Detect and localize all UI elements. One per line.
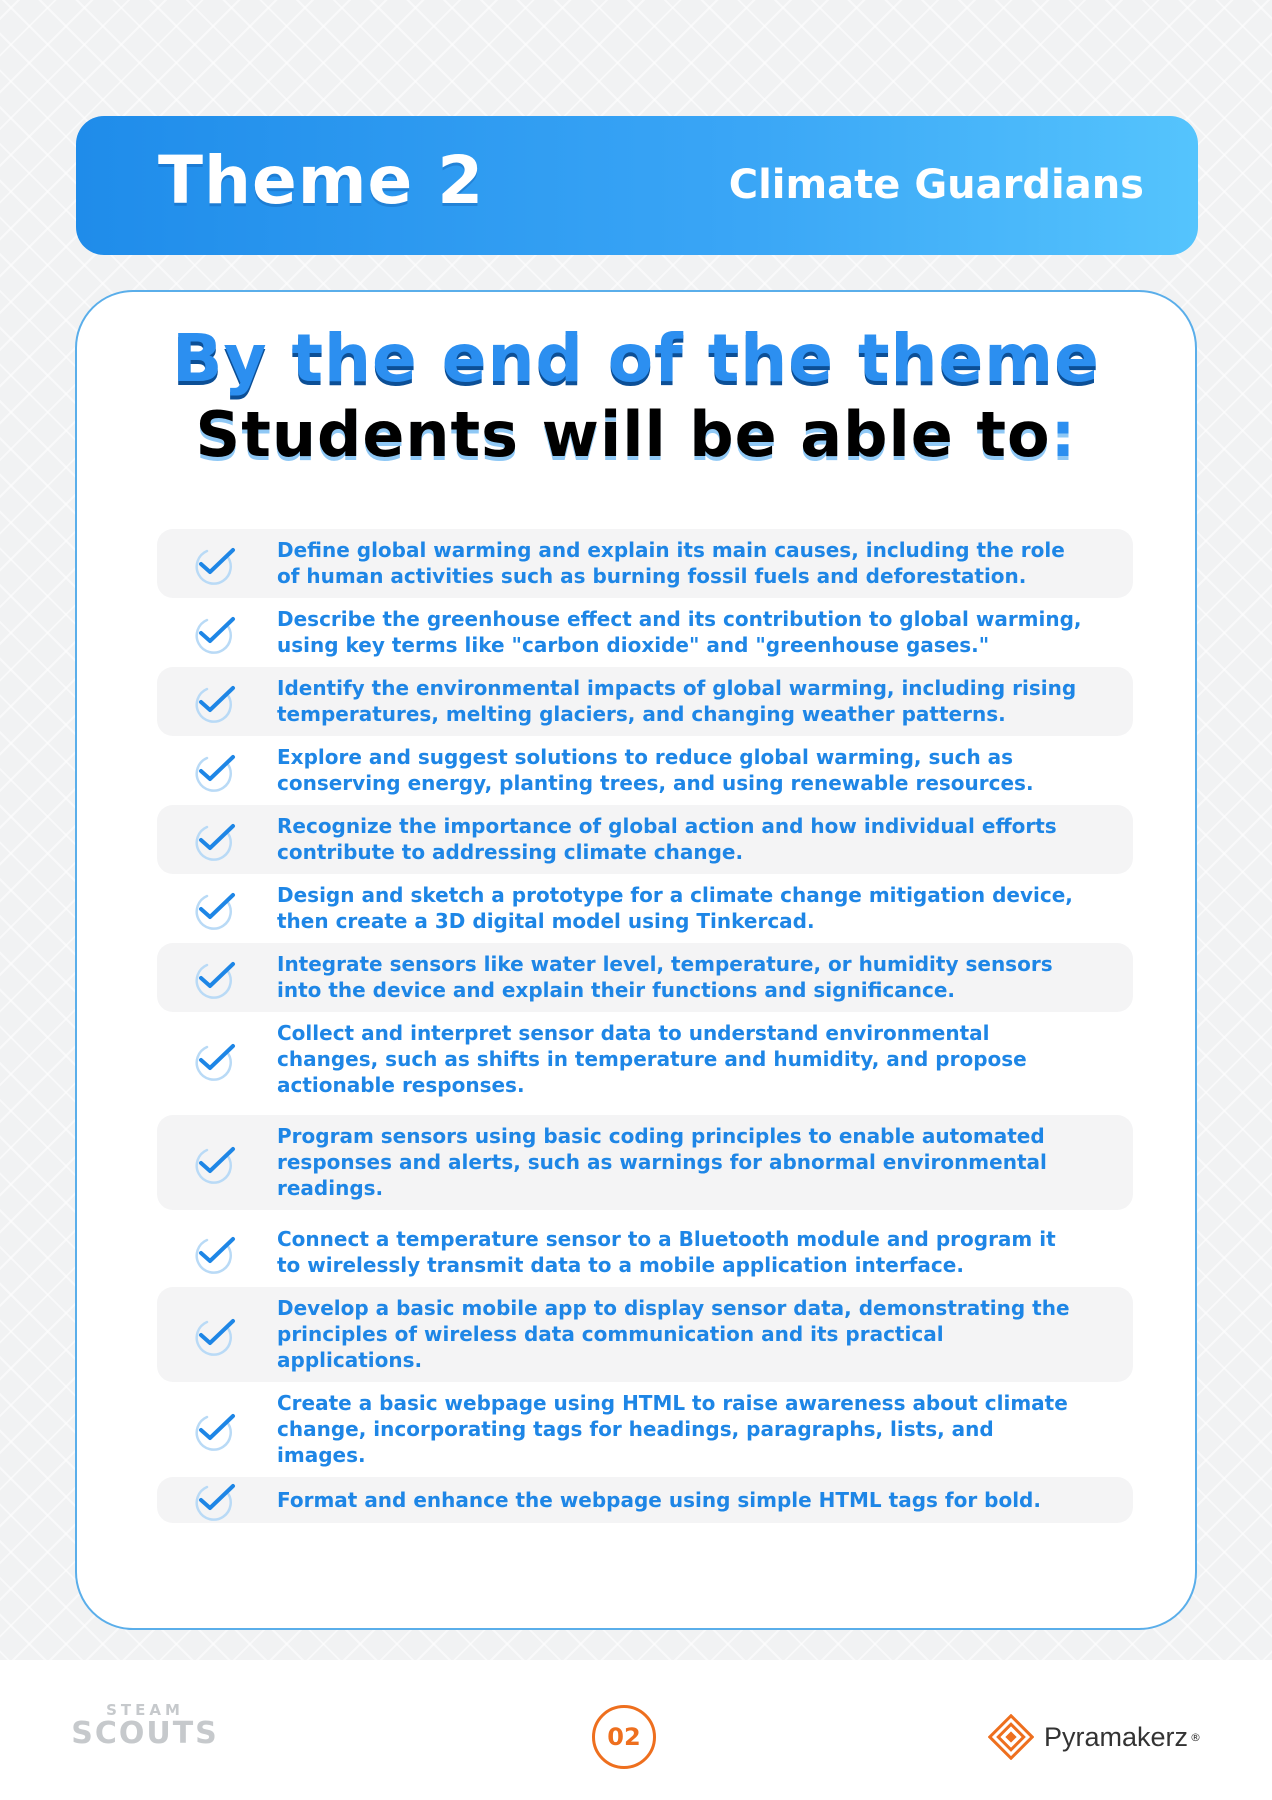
theme-number: Theme 2 bbox=[158, 142, 485, 219]
objective-text: Integrate sensors like water level, temp… bbox=[277, 952, 1053, 1002]
brand-name: Pyramakerz bbox=[1044, 1721, 1189, 1752]
check-icon bbox=[195, 547, 235, 585]
objective-text: Program sensors using basic coding princ… bbox=[277, 1124, 1047, 1200]
headline-colon: : bbox=[1050, 398, 1077, 471]
theme-header: Theme 2 Climate Guardians bbox=[76, 116, 1198, 255]
objective-text: Develop a basic mobile app to display se… bbox=[277, 1296, 1070, 1372]
brand-registered-mark: ® bbox=[1190, 1730, 1202, 1744]
objective-item: Recognize the importance of global actio… bbox=[157, 805, 1133, 874]
check-icon bbox=[195, 1146, 235, 1184]
check-icon bbox=[195, 1413, 235, 1451]
objective-item: Format and enhance the webpage using sim… bbox=[157, 1477, 1133, 1523]
objective-item: Develop a basic mobile app to display se… bbox=[157, 1287, 1133, 1382]
check-icon bbox=[195, 1484, 235, 1521]
check-icon bbox=[195, 754, 235, 792]
objective-text: Design and sketch a prototype for a clim… bbox=[277, 883, 1073, 933]
pyramakerz-logo: Pyramakerz ® bbox=[988, 1714, 1201, 1760]
headline-primary: By the end of the theme bbox=[172, 320, 1100, 397]
steam-logo-bottom: SCOUTS bbox=[71, 1716, 219, 1751]
objective-text: Create a basic webpage using HTML to rai… bbox=[277, 1391, 1068, 1467]
objective-text: Explore and suggest solutions to reduce … bbox=[277, 745, 1034, 795]
objective-item: Connect a temperature sensor to a Blueto… bbox=[157, 1218, 1133, 1287]
objective-text: Format and enhance the webpage using sim… bbox=[277, 1487, 1041, 1512]
check-icon bbox=[195, 961, 235, 999]
objective-text: Connect a temperature sensor to a Blueto… bbox=[277, 1227, 1056, 1277]
check-icon bbox=[195, 685, 235, 723]
objective-item: Program sensors using basic coding princ… bbox=[157, 1115, 1133, 1210]
headline-secondary-text: Students will be able to bbox=[195, 398, 1051, 471]
check-icon bbox=[195, 1236, 235, 1274]
objective-text: Recognize the importance of global actio… bbox=[277, 814, 1057, 864]
objective-text: Identify the environmental impacts of gl… bbox=[277, 676, 1077, 726]
objective-item: Define global warming and explain its ma… bbox=[157, 529, 1133, 598]
pyramid-logo-icon bbox=[988, 1714, 1034, 1760]
check-icon bbox=[195, 616, 235, 654]
page-footer: STEAM SCOUTS 02 Pyramakerz ® bbox=[0, 1660, 1272, 1800]
check-icon bbox=[195, 892, 235, 930]
headline-secondary: Students will be able to: bbox=[77, 398, 1195, 471]
check-icon bbox=[195, 823, 235, 861]
theme-name: Climate Guardians bbox=[728, 162, 1144, 208]
objective-text: Describe the greenhouse effect and its c… bbox=[277, 607, 1082, 657]
objectives-card: By the end of the theme Students will be… bbox=[75, 290, 1197, 1630]
objective-item: Design and sketch a prototype for a clim… bbox=[157, 874, 1133, 943]
objective-item: Explore and suggest solutions to reduce … bbox=[157, 736, 1133, 805]
objective-text: Collect and interpret sensor data to und… bbox=[277, 1021, 1027, 1097]
steam-scouts-logo: STEAM SCOUTS bbox=[70, 1702, 220, 1750]
objectives-list: Define global warming and explain its ma… bbox=[157, 529, 1133, 1523]
check-icon bbox=[195, 1043, 235, 1081]
objective-item: Create a basic webpage using HTML to rai… bbox=[157, 1382, 1133, 1477]
page-number: 02 bbox=[592, 1705, 656, 1769]
objective-item: Identify the environmental impacts of gl… bbox=[157, 667, 1133, 736]
objective-item: Describe the greenhouse effect and its c… bbox=[157, 598, 1133, 667]
check-icon bbox=[195, 1318, 235, 1356]
objective-text: Define global warming and explain its ma… bbox=[277, 538, 1065, 588]
objective-item: Integrate sensors like water level, temp… bbox=[157, 943, 1133, 1012]
objective-item: Collect and interpret sensor data to und… bbox=[157, 1012, 1133, 1107]
